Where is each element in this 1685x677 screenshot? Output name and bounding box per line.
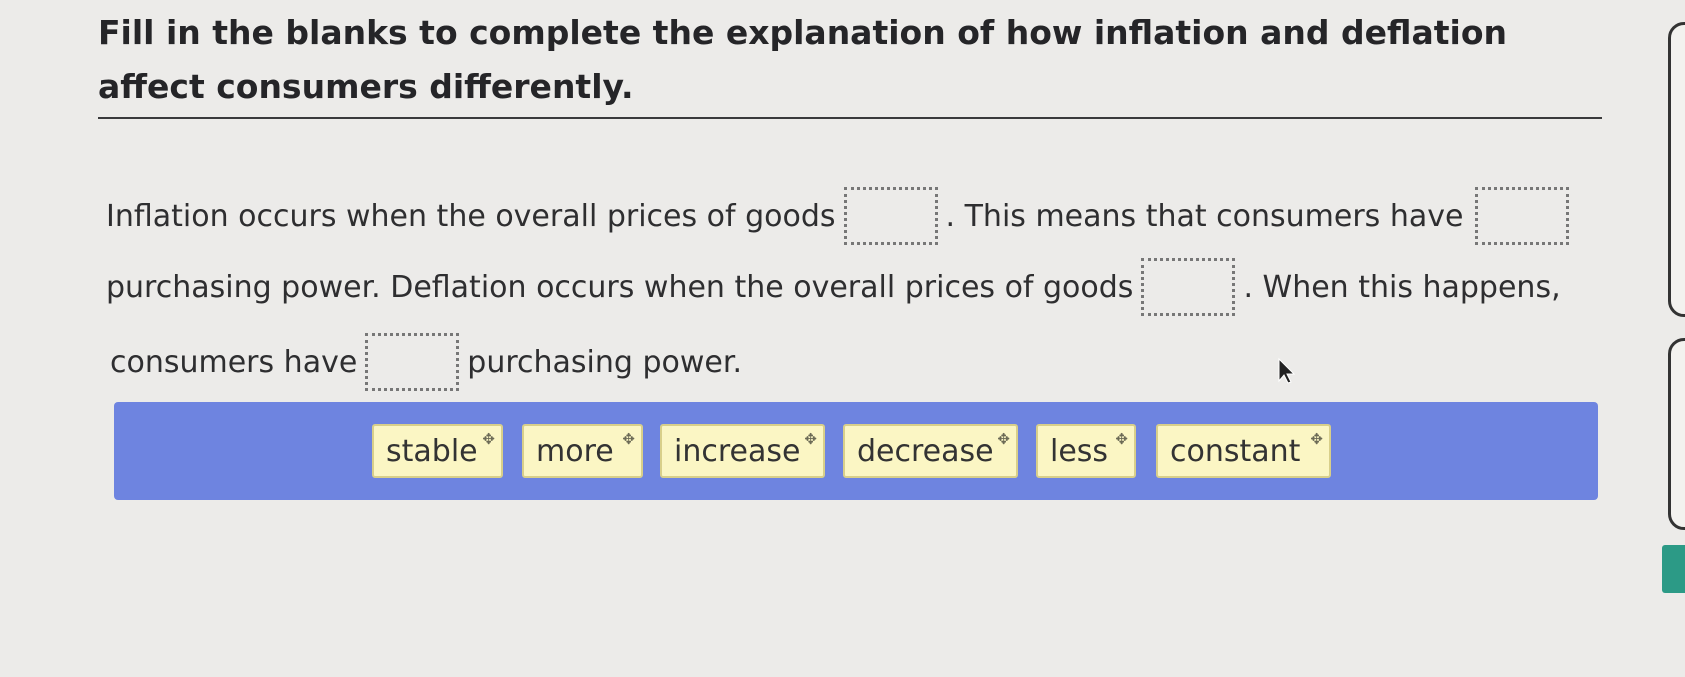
- blank-2[interactable]: [1475, 187, 1570, 245]
- passage-line-3: consumers have purchasing power.: [110, 333, 742, 391]
- word-chip-less[interactable]: less ✥: [1036, 424, 1136, 478]
- word-chip-decrease[interactable]: decrease ✥: [843, 424, 1018, 478]
- word-chip-constant[interactable]: constant ✥: [1156, 424, 1331, 478]
- question-prompt: Fill in the blanks to complete the expla…: [98, 13, 1507, 106]
- side-panel-top: [1668, 22, 1685, 317]
- chip-label: more: [536, 433, 614, 469]
- passage-text: purchasing power. Deflation occurs when …: [106, 269, 1134, 305]
- passage-text: consumers have: [110, 344, 358, 380]
- blank-4[interactable]: [365, 333, 460, 391]
- word-chip-more[interactable]: more ✥: [522, 424, 643, 478]
- mouse-cursor-icon: [1278, 357, 1296, 384]
- chip-label: constant: [1170, 433, 1301, 469]
- passage-text: purchasing power.: [467, 344, 742, 380]
- side-panel-bottom: [1668, 338, 1685, 530]
- chip-label: decrease: [857, 433, 994, 469]
- passage-line-2: purchasing power. Deflation occurs when …: [106, 258, 1561, 316]
- blank-3[interactable]: [1141, 258, 1236, 316]
- blank-1[interactable]: [843, 187, 938, 245]
- side-accent-tab[interactable]: [1662, 545, 1685, 593]
- chip-label: stable: [386, 433, 478, 469]
- drag-handle-icon: ✥: [804, 430, 817, 448]
- word-chip-stable[interactable]: stable ✥: [372, 424, 503, 478]
- drag-handle-icon: ✥: [1310, 430, 1323, 448]
- word-chip-increase[interactable]: increase ✥: [660, 424, 825, 478]
- passage-text: . This means that consumers have: [945, 198, 1464, 234]
- passage-text: Inflation occurs when the overall prices…: [106, 198, 836, 234]
- passage-line-1: Inflation occurs when the overall prices…: [106, 187, 1577, 245]
- drag-handle-icon: ✥: [997, 430, 1010, 448]
- chip-label: increase: [674, 433, 801, 469]
- divider: [98, 117, 1602, 119]
- chip-label: less: [1050, 433, 1109, 469]
- drag-handle-icon: ✥: [1115, 430, 1128, 448]
- drag-handle-icon: ✥: [622, 430, 635, 448]
- passage-text: . When this happens,: [1243, 269, 1561, 305]
- drag-handle-icon: ✥: [482, 430, 495, 448]
